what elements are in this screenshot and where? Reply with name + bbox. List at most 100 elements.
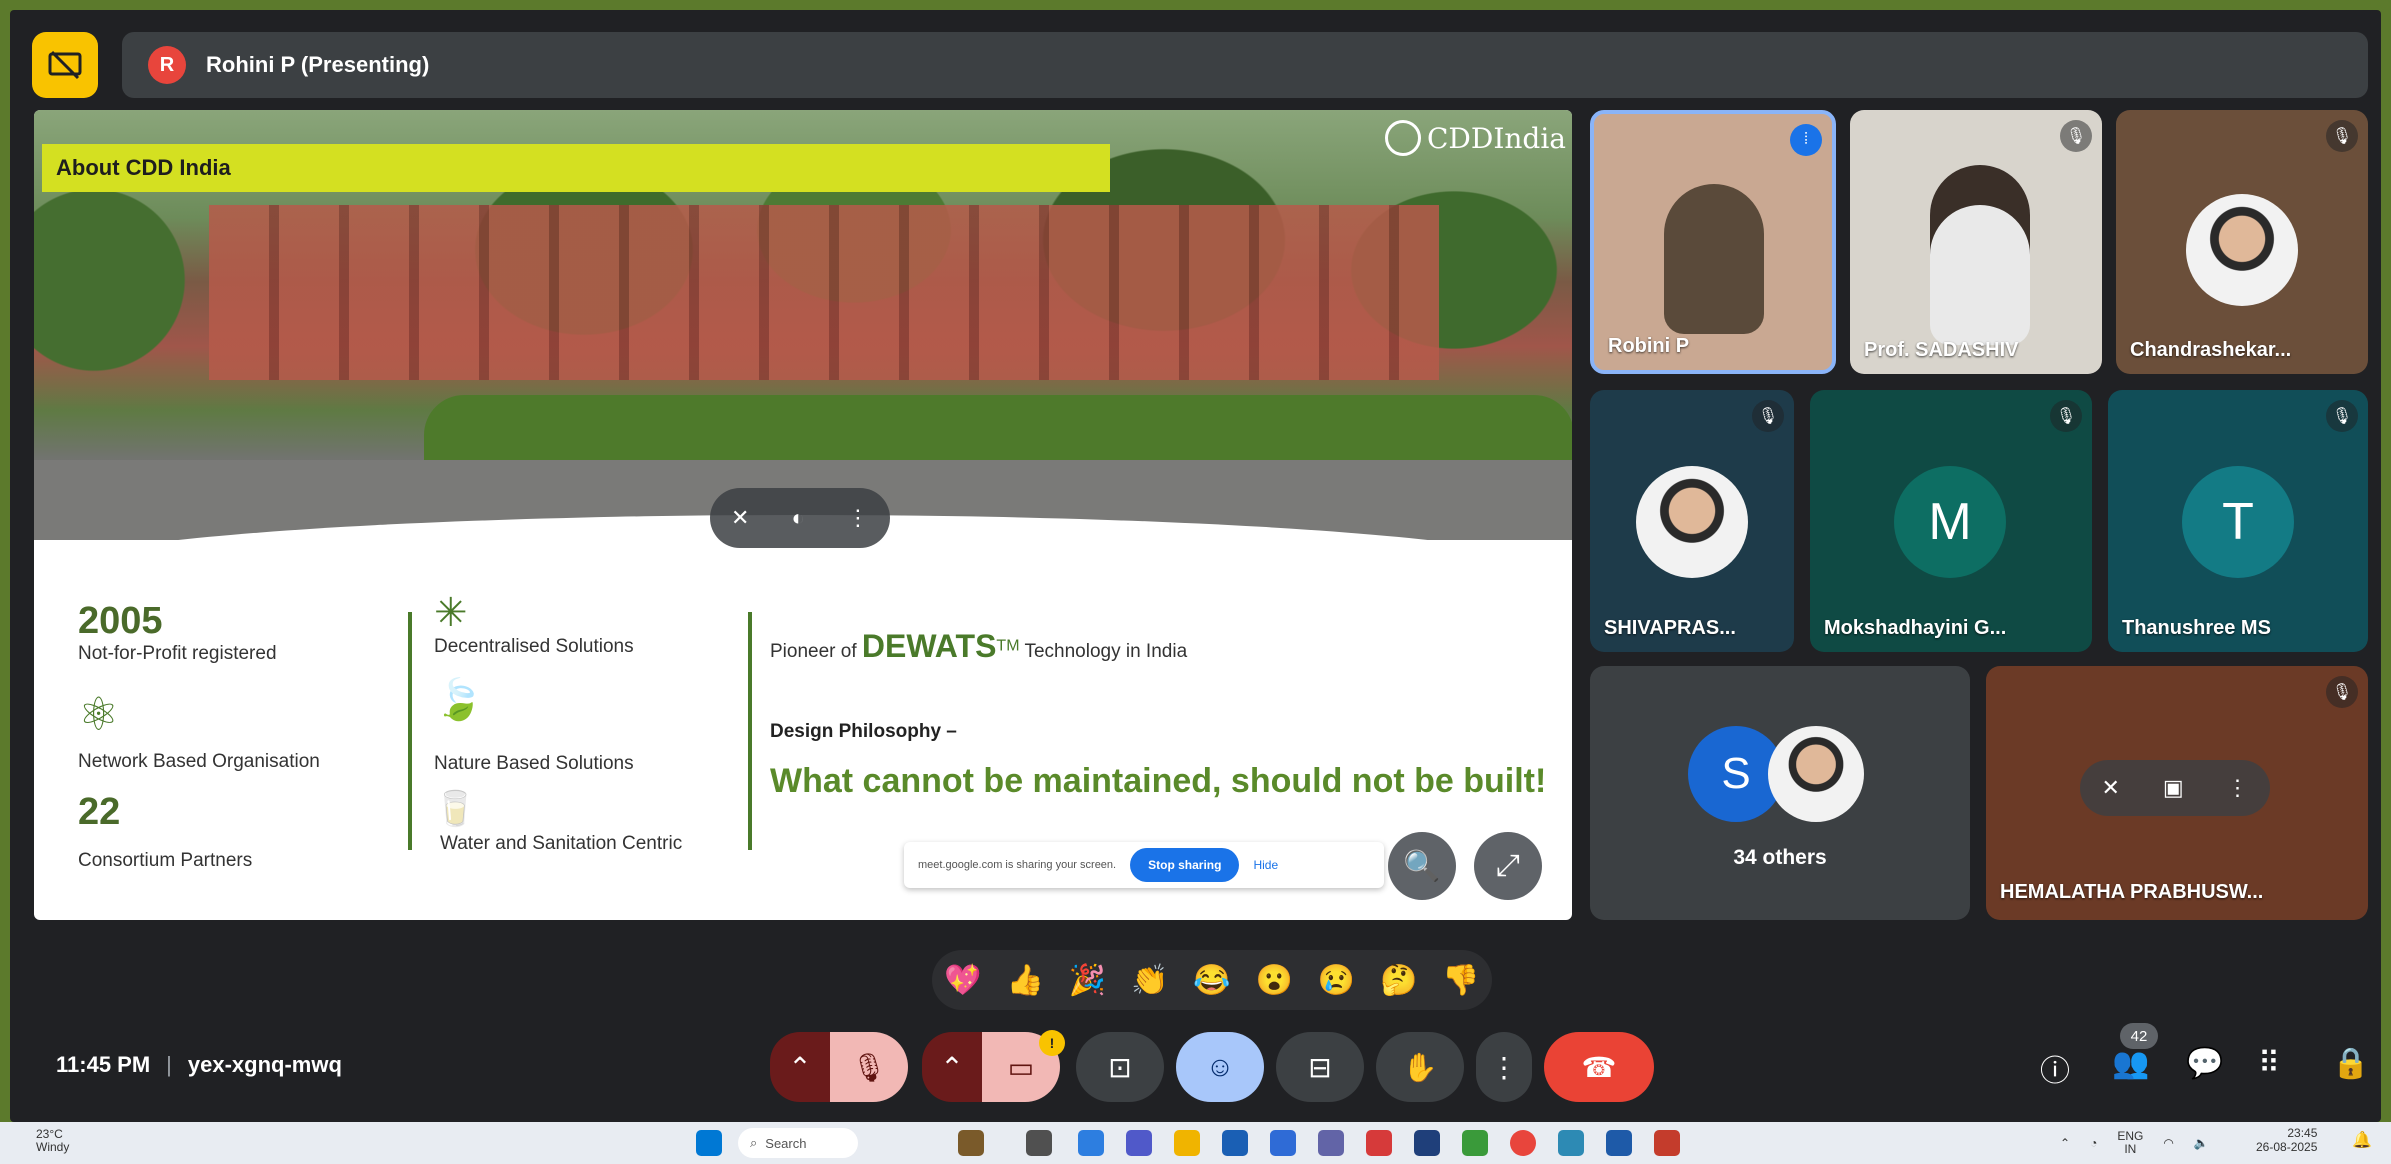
solutions-column: ✳ Decentralised Solutions 🍃 Nature Based…: [434, 590, 682, 855]
network-icon[interactable]: ◔: [2090, 1136, 2097, 1150]
share-banner-text: meet.google.com is sharing your screen.: [918, 859, 1117, 871]
more-options-icon[interactable]: ⋮: [2227, 775, 2249, 801]
participant-avatar: [2186, 194, 2298, 306]
taskbar-search[interactable]: ⌕ Search: [738, 1128, 858, 1158]
presenting-bar: R Rohini P (Presenting): [122, 32, 2368, 98]
teams-app-icon[interactable]: [1318, 1130, 1344, 1156]
hide-banner-link[interactable]: Hide: [1253, 858, 1278, 872]
frame-icon[interactable]: ▣: [2163, 775, 2184, 801]
mic-toggle-button[interactable]: 🎙: [830, 1032, 908, 1102]
participant-tile[interactable]: ⦙ Robini P: [1590, 110, 1836, 374]
task-view-icon[interactable]: [1026, 1130, 1052, 1156]
water-glass-icon: 🥛: [434, 790, 477, 828]
people-icon[interactable]: 👥: [2112, 1046, 2149, 1081]
heart-reaction-icon[interactable]: 💖: [944, 963, 981, 998]
video-options-chevron-icon[interactable]: ⌃: [922, 1032, 982, 1102]
participant-tile[interactable]: 🎙 Chandrashekar...: [2116, 110, 2368, 374]
captions-button[interactable]: ⊟: [1276, 1032, 1364, 1102]
chevron-up-icon[interactable]: ⌃: [2060, 1136, 2070, 1150]
present-screen-button[interactable]: ⊡: [1076, 1032, 1164, 1102]
wifi-icon[interactable]: ◠: [2163, 1136, 2173, 1150]
mic-off-icon: 🎙: [2326, 676, 2358, 708]
mute-tile-icon[interactable]: ◐: [792, 505, 805, 531]
participant-tile[interactable]: M 🎙 Mokshadhayini G...: [1810, 390, 2092, 652]
fullscreen-icon[interactable]: ⤢: [1474, 832, 1542, 900]
sparkle-icon: ✳: [434, 591, 468, 635]
surprised-reaction-icon[interactable]: 😮: [1256, 963, 1293, 998]
laugh-reaction-icon[interactable]: 😂: [1193, 963, 1230, 998]
slide-overlay-controls: ✕ ◐ ⋮: [710, 488, 890, 548]
store-icon[interactable]: [1222, 1130, 1248, 1156]
others-tile[interactable]: S 34 others: [1590, 666, 1970, 920]
participant-name: Robini P: [1608, 335, 1690, 357]
app-icon[interactable]: [1558, 1130, 1584, 1156]
thumbs-down-reaction-icon[interactable]: 👎: [1442, 963, 1479, 998]
others-count: 34 others: [1733, 846, 1827, 869]
participant-tile[interactable]: T 🎙 Thanushree MS: [2108, 390, 2368, 652]
powerpoint-icon[interactable]: [1654, 1130, 1680, 1156]
teams-icon[interactable]: [1126, 1130, 1152, 1156]
speaking-icon: ⦙: [1790, 124, 1822, 156]
philosophy-quote: What cannot be maintained, should not be…: [770, 762, 1547, 800]
audio-options-chevron-icon[interactable]: ⌃: [770, 1032, 830, 1102]
system-tray: ⌃ ◔ ENG IN ◠ 🔈: [2060, 1129, 2209, 1156]
volume-icon[interactable]: 🔈: [2194, 1136, 2209, 1150]
stop-sharing-button[interactable]: Stop sharing: [1130, 848, 1240, 882]
clap-reaction-icon[interactable]: 👏: [1131, 963, 1168, 998]
app-icon[interactable]: [1366, 1130, 1392, 1156]
meeting-time: 11:45 PM: [56, 1052, 151, 1077]
app-icon[interactable]: [1414, 1130, 1440, 1156]
word-icon[interactable]: [1606, 1130, 1632, 1156]
participant-tile[interactable]: 🎙 ✕ ▣ ⋮ HEMALATHA PRABHUSW...: [1986, 666, 2368, 920]
tile-overlay-controls: ✕ ▣ ⋮: [2080, 760, 2270, 816]
screen-share-banner: meet.google.com is sharing your screen. …: [904, 842, 1384, 888]
host-controls-icon[interactable]: 🔒: [2332, 1046, 2369, 1081]
meeting-details-icon[interactable]: ⓘ: [2040, 1046, 2070, 1090]
file-explorer-icon[interactable]: [1174, 1130, 1200, 1156]
more-options-icon[interactable]: ⋮: [847, 505, 869, 531]
language-indicator[interactable]: ENG IN: [2117, 1129, 2143, 1156]
participant-video: [1664, 184, 1764, 334]
participant-tile[interactable]: 🎙 Prof. SADASHIV: [1850, 110, 2102, 374]
chrome-icon[interactable]: [1510, 1130, 1536, 1156]
zoom-icon[interactable]: 🔍: [1388, 832, 1456, 900]
pin-icon[interactable]: ✕: [2101, 775, 2119, 801]
leave-call-button[interactable]: ☎: [1544, 1032, 1654, 1102]
participant-avatar: [1636, 466, 1748, 578]
emoji-reactions-button[interactable]: ☺: [1176, 1032, 1264, 1102]
outlook-icon[interactable]: [1270, 1130, 1296, 1156]
taskbar-clock[interactable]: 23:45 26-08-2025: [2256, 1126, 2317, 1155]
thumbs-up-reaction-icon[interactable]: 👍: [1007, 963, 1044, 998]
pioneer-column: Pioneer of DEWATSTM Technology in India …: [770, 628, 1550, 802]
party-reaction-icon[interactable]: 🎉: [1069, 963, 1106, 998]
pin-off-icon[interactable]: ✕: [731, 505, 749, 531]
notifications-icon[interactable]: 🔔: [2352, 1130, 2372, 1156]
column-divider: [748, 612, 752, 850]
chat-icon[interactable]: 💬: [2186, 1046, 2223, 1081]
dewats-brand: DEWATS: [861, 628, 997, 664]
activities-icon[interactable]: ⠿: [2258, 1046, 2280, 1081]
weather-widget[interactable]: 23°C Windy: [36, 1127, 69, 1154]
sad-reaction-icon[interactable]: 😢: [1318, 963, 1355, 998]
presenting-indicator-icon[interactable]: [32, 32, 98, 98]
leaf-logo-icon: [1385, 120, 1421, 156]
raise-hand-button[interactable]: ✋: [1376, 1032, 1464, 1102]
network-label: Network Based Organisation: [78, 751, 320, 772]
mic-off-icon: 🎙: [1752, 400, 1784, 432]
participant-avatar: M: [1894, 466, 2006, 578]
mic-off-icon: 🎙: [2050, 400, 2082, 432]
thinking-reaction-icon[interactable]: 🤔: [1380, 963, 1417, 998]
presenting-label: Rohini P (Presenting): [206, 52, 430, 77]
mic-off-icon: 🎙: [2060, 120, 2092, 152]
cdd-logo: CDDIndia: [1385, 120, 1566, 156]
start-icon[interactable]: [696, 1130, 722, 1156]
slide-title-bar: About CDD India: [42, 144, 1110, 192]
more-options-button[interactable]: ⋮: [1476, 1032, 1532, 1102]
app-icon[interactable]: [1462, 1130, 1488, 1156]
stat-year: 2005: [78, 600, 163, 642]
meet-window: R Rohini P (Presenting) About CDD India …: [10, 10, 2381, 1122]
participant-tile[interactable]: 🎙 SHIVAPRAS...: [1590, 390, 1794, 652]
edge-icon[interactable]: [1078, 1130, 1104, 1156]
widgets-icon[interactable]: [958, 1130, 984, 1156]
stat-partners-label: Consortium Partners: [78, 850, 253, 871]
